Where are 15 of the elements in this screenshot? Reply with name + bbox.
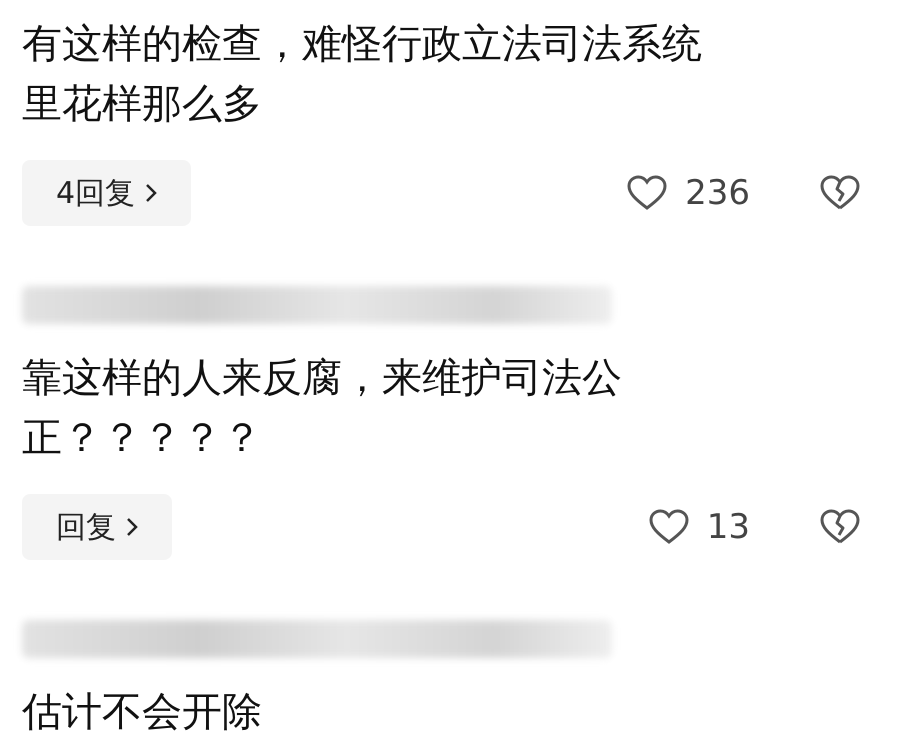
reply-button[interactable]: 回复 (22, 494, 172, 560)
reply-button[interactable]: 4回复 (22, 160, 192, 226)
comment-text: 靠这样的人来反腐，来维护司法公 (22, 354, 623, 403)
comment-text: 正？？？？？ (22, 414, 263, 463)
heart-icon[interactable] (648, 509, 689, 545)
like-count: 236 (685, 173, 750, 213)
comment-text: 有这样的检查，难怪行政立法司法系统 (22, 20, 703, 69)
comment-text: 估计不会开除 (22, 688, 263, 737)
broken-heart-icon[interactable] (820, 509, 860, 545)
comment-text: 里花样那么多 (22, 80, 263, 129)
broken-heart-icon[interactable] (820, 175, 860, 211)
chevron-icon (145, 183, 158, 203)
like-count: 13 (706, 507, 750, 547)
heart-icon[interactable] (627, 175, 668, 211)
chevron-icon (126, 517, 138, 537)
